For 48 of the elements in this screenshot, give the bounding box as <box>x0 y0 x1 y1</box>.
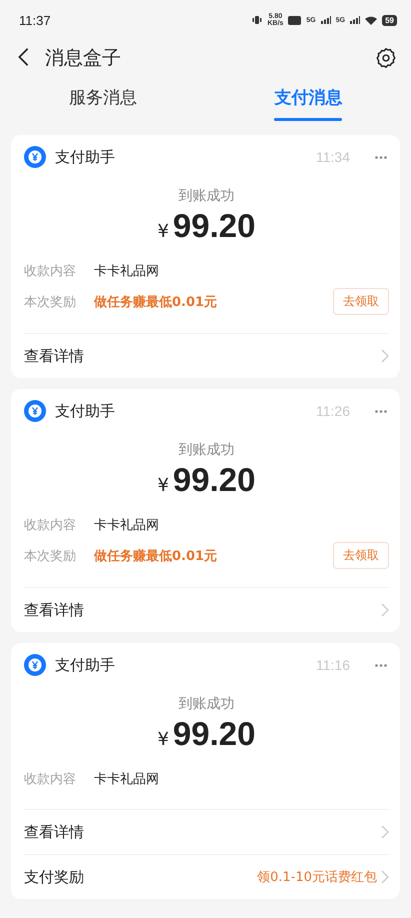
field-value: 做任务赚最低0.01元 <box>94 548 218 564</box>
back-icon <box>18 46 29 66</box>
field-label: 本次奖励 <box>24 548 77 564</box>
tab[interactable]: 支付消息 <box>206 80 411 126</box>
payment-amount: 99.20 <box>172 461 256 499</box>
chevron-icon <box>381 603 389 617</box>
field-label: 本次奖励 <box>24 294 77 310</box>
yuan-coin-icon <box>24 400 46 422</box>
chevron-icon <box>381 349 389 363</box>
signal-icon <box>350 16 360 24</box>
payment-status: 到账成功 <box>178 441 236 459</box>
field-label: 收款内容 <box>24 517 77 534</box>
row-label[interactable]: 查看详情 <box>24 600 381 620</box>
payment-status: 到账成功 <box>178 187 236 205</box>
field-value: 卡卡礼品网 <box>94 771 160 788</box>
yuan-coin-icon <box>24 654 46 676</box>
field-value: 卡卡礼品网 <box>94 263 160 280</box>
row-label[interactable]: 查看详情 <box>24 822 381 842</box>
row-label[interactable]: 查看详情 <box>24 346 381 366</box>
sender-name: 支付助手 <box>55 402 116 420</box>
sender-name: 支付助手 <box>55 148 116 166</box>
tab[interactable]: 服务消息 <box>0 80 206 126</box>
more-icon <box>375 664 387 666</box>
field-value: 做任务赚最低0.01元 <box>94 294 218 310</box>
sender-name: 支付助手 <box>55 656 116 674</box>
currency-sign: ¥ <box>157 221 169 242</box>
row-value: 领0.1-10元话费红包 <box>257 869 377 886</box>
signal-icon <box>320 16 331 24</box>
payment-amount: 99.20 <box>172 715 256 753</box>
payment-amount: 99.20 <box>172 207 256 245</box>
wifi-icon <box>365 16 378 24</box>
currency-sign: ¥ <box>157 729 169 750</box>
more-icon <box>375 410 387 412</box>
row-label[interactable]: 支付奖励 <box>24 868 258 886</box>
currency-sign: ¥ <box>157 475 169 496</box>
yuan-coin-icon <box>24 146 46 168</box>
more-icon <box>375 156 387 158</box>
payment-status: 到账成功 <box>178 695 236 713</box>
field-value: 卡卡礼品网 <box>94 517 160 534</box>
settings-icon[interactable] <box>375 47 397 69</box>
field-label: 收款内容 <box>24 771 77 788</box>
chevron-icon <box>381 870 389 884</box>
clock: 11:37 <box>19 12 51 28</box>
page-title: 消息盒子 <box>45 46 122 71</box>
battery-level: 59 <box>382 14 397 26</box>
field-label: 收款内容 <box>24 263 77 280</box>
chevron-icon <box>381 825 389 839</box>
vibrate-icon <box>252 15 262 25</box>
